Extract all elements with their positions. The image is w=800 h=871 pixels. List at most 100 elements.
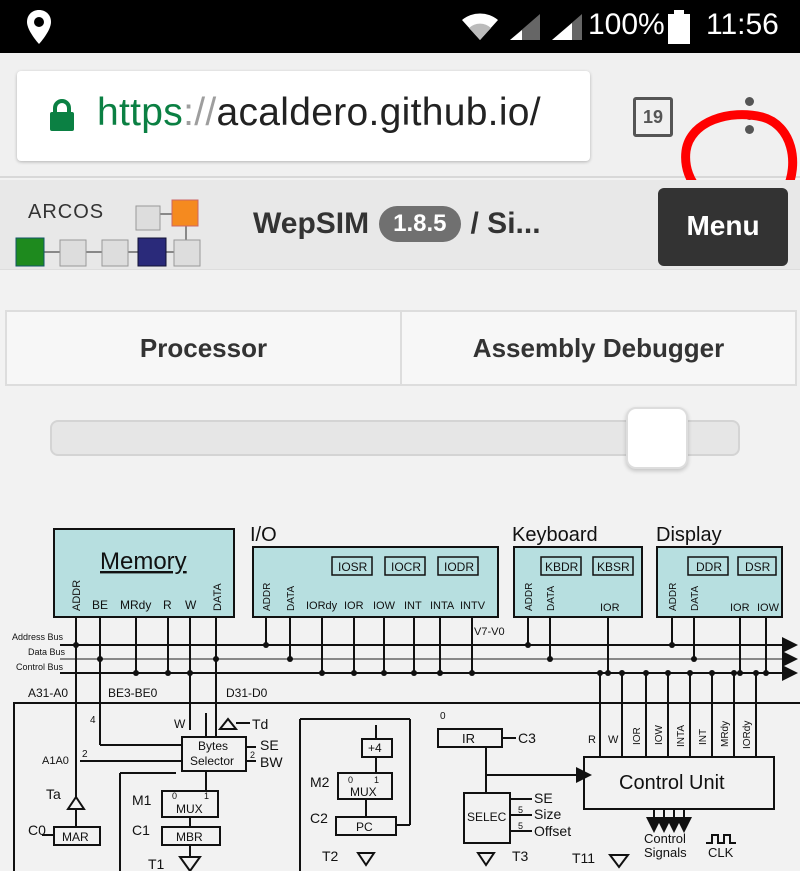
tab-processor[interactable]: Processor [5, 310, 402, 386]
selec-se-label: SE [534, 790, 553, 806]
tab-switcher-button[interactable]: 19 [633, 97, 673, 137]
io-title: I/O [250, 524, 277, 546]
ta-label: Ta [46, 786, 61, 802]
disp-ior-label: IOR [730, 602, 750, 614]
version-badge: 1.8.5 [379, 206, 461, 242]
url-separator: :// [183, 91, 217, 134]
more-vert-icon[interactable] [736, 93, 762, 143]
display-title: Display [656, 524, 722, 546]
ddr-label: DDR [696, 560, 722, 574]
pc-label: PC [356, 820, 373, 834]
td-label: Td [252, 716, 268, 732]
t1-label: T1 [148, 856, 165, 871]
clk-label: CLK [708, 845, 734, 860]
bytes-label: Bytes [198, 739, 228, 753]
c0-label: C0 [28, 822, 46, 838]
lock-icon [49, 99, 75, 136]
wifi-icon [460, 12, 500, 47]
location-icon [26, 10, 52, 49]
two-label: 2 [82, 749, 88, 760]
m2-label: M2 [310, 774, 330, 790]
kb-data-label: DATA [546, 585, 557, 611]
zoom-slider[interactable] [50, 407, 740, 469]
cu-r-label: R [588, 734, 596, 746]
status-bar: 100% 11:56 [0, 0, 800, 53]
slider-thumb[interactable] [626, 407, 688, 469]
mar-label: MAR [62, 830, 89, 844]
control-bus-label: Control Bus [16, 662, 64, 672]
se-label: SE [260, 737, 279, 753]
selec-label: SELEC [467, 810, 507, 824]
m1-label: M1 [132, 792, 152, 808]
v7v0-label: V7-V0 [474, 626, 505, 638]
mem-w-label: W [185, 598, 197, 612]
mux2-one: 1 [374, 775, 379, 785]
ir-label: IR [462, 731, 475, 746]
mux1-zero: 0 [172, 791, 177, 801]
kbsr-label: KBSR [597, 560, 630, 574]
four-label: 4 [90, 715, 96, 726]
kb-ior-label: IOR [600, 602, 620, 614]
iodr-label: IODR [444, 560, 474, 574]
signal-icon [508, 12, 542, 47]
url-host: acaldero.github.io/ [216, 91, 541, 134]
kb-addr-label: ADDR [524, 583, 535, 611]
c1-label: C1 [132, 822, 150, 838]
disp-data-label: DATA [690, 585, 701, 611]
mux1-one: 1 [204, 791, 209, 801]
five-b-label: 5 [518, 821, 523, 831]
browser-toolbar: https://acaldero.github.io/ 19 [0, 53, 800, 222]
app-header: ARCOS WepSIM 1.8.5 / Si... Menu [0, 180, 800, 270]
arcos-logo: ARCOS [15, 199, 201, 267]
cu-inta-label: INTA [676, 725, 687, 747]
battery-icon [668, 10, 690, 49]
t2-label: T2 [322, 848, 339, 864]
address-bus-label: Address Bus [12, 632, 64, 642]
keyboard-title: Keyboard [512, 524, 598, 546]
w-label: W [174, 717, 186, 731]
cu-ior-label: IOR [632, 727, 643, 745]
selector-label: Selector [190, 754, 234, 768]
io-int-label: INT [404, 600, 422, 612]
cu-mrdy-label: MRdy [720, 721, 731, 747]
bw-label: BW [260, 754, 283, 770]
io-ior-label: IOR [344, 600, 364, 612]
io-addr-label: ADDR [262, 583, 273, 611]
mux2-label: MUX [350, 785, 377, 799]
t3-label: T3 [512, 848, 529, 864]
memory-title: Memory [100, 548, 187, 575]
clock-time: 11:56 [706, 8, 779, 41]
url-text[interactable]: https://acaldero.github.io/ [97, 91, 541, 135]
mem-addr-label: ADDR [71, 580, 83, 611]
tab-assembly-debugger[interactable]: Assembly Debugger [402, 310, 797, 386]
five-a-label: 5 [518, 805, 523, 815]
disp-iow-label: IOW [757, 602, 780, 614]
mux1-label: MUX [176, 802, 203, 816]
cu-w-label: W [608, 734, 619, 746]
iocr-label: IOCR [391, 560, 421, 574]
c3-label: C3 [518, 730, 536, 746]
data-bus-label: Data Bus [28, 647, 66, 657]
address-bar[interactable]: https://acaldero.github.io/ [17, 71, 590, 161]
cu-int-label: INT [698, 729, 709, 745]
signals-label: Signals [644, 845, 687, 860]
mem-be-label: BE [92, 598, 108, 612]
battery-percent: 100% [588, 8, 665, 41]
io-iow-label: IOW [373, 600, 396, 612]
view-tabs: Processor Assembly Debugger [5, 310, 797, 386]
c2-label: C2 [310, 810, 328, 826]
menu-button[interactable]: Menu [658, 188, 788, 266]
disp-addr-label: ADDR [668, 583, 679, 611]
url-scheme: https [97, 91, 184, 134]
ir-zero-label: 0 [440, 711, 446, 722]
logo-text: ARCOS [28, 201, 104, 223]
kbdr-label: KBDR [545, 560, 579, 574]
io-inta-label: INTA [430, 600, 455, 612]
a1a0-label: A1A0 [42, 755, 69, 767]
t11-label: T11 [572, 850, 595, 866]
a31a0-label: A31-A0 [28, 686, 68, 700]
mem-data-label: DATA [212, 583, 224, 611]
io-data-label: DATA [286, 585, 297, 611]
signal-icon [550, 12, 584, 47]
plus4-label: +4 [368, 741, 382, 755]
